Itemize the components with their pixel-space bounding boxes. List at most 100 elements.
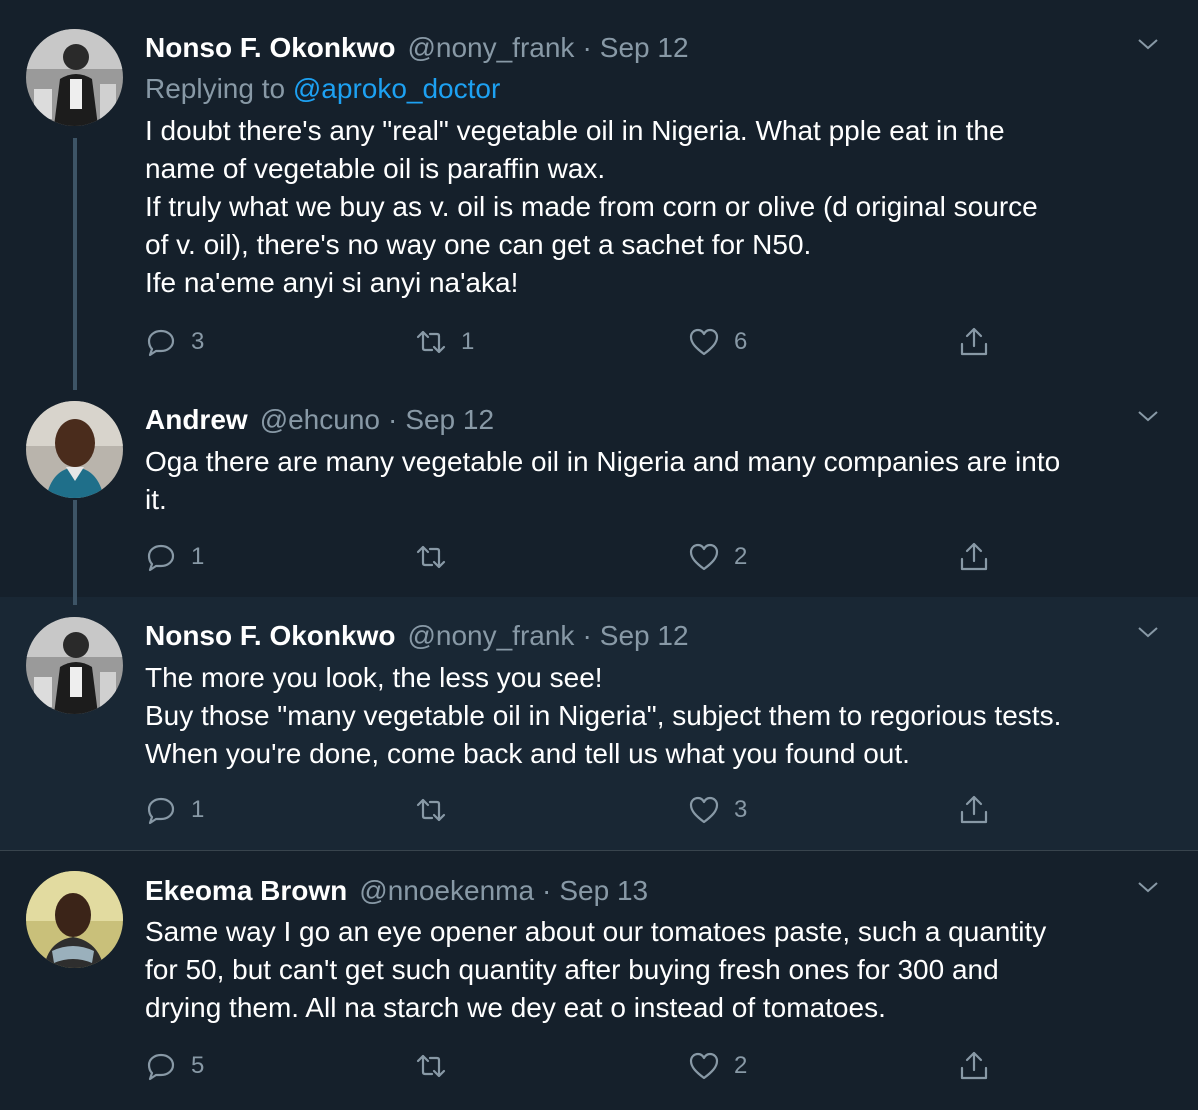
tweet-actions: 3 1 6 [145,322,1005,362]
retweet-button[interactable] [415,1046,461,1086]
reply-icon [147,797,175,825]
tweet-date[interactable]: Sep 12 [405,400,494,440]
reply-button[interactable]: 1 [145,790,204,830]
tweet-text-line: it. [145,484,167,515]
tweet-text-line: Same way I go an eye opener about our to… [145,916,1047,947]
share-button[interactable] [958,322,990,362]
user-handle[interactable]: @nony_frank [407,616,574,656]
reply-icon [147,1053,175,1081]
share-button[interactable] [958,790,990,830]
thread-line [73,138,77,390]
display-name[interactable]: Andrew [145,400,248,440]
more-options-button[interactable] [1136,620,1160,644]
tweet-actions: 1 2 [145,537,1005,577]
tweet-text-line: Buy those "many vegetable oil in Nigeria… [145,700,1062,731]
reply-button[interactable]: 3 [145,322,204,362]
like-button[interactable]: 3 [688,790,747,830]
tweet-actions: 1 3 [145,790,1005,830]
tweet-date[interactable]: Sep 12 [600,28,689,68]
tweet-text-line: of v. oil), there's no way one can get a… [145,229,812,260]
reply-icon [147,329,175,357]
avatar-image [26,401,123,498]
reply-button[interactable]: 5 [145,1046,204,1086]
reply-button[interactable]: 1 [145,537,204,577]
tweet-header: Ekeoma Brown @nnoekenma · Sep 13 [145,871,648,911]
user-handle[interactable]: @ehcuno [260,400,380,440]
tweet-text-line: I doubt there's any "real" vegetable oil… [145,115,1005,146]
display-name[interactable]: Ekeoma Brown [145,871,347,911]
separator-dot: · [542,875,552,906]
tweet-text: Oga there are many vegetable oil in Nige… [145,443,1165,519]
heart-icon [689,543,719,571]
tweet-text-line: Oga there are many vegetable oil in Nige… [145,446,1061,477]
tweet-header: Andrew @ehcuno · Sep 12 [145,400,494,440]
replying-to-mention[interactable]: @aproko_doctor [293,73,500,104]
display-name[interactable]: Nonso F. Okonkwo [145,616,395,656]
reply-count: 3 [191,328,205,355]
separator-dot: · [582,32,592,63]
tweet[interactable]: Andrew @ehcuno · Sep 12 Oga there are ma… [0,390,1198,597]
share-icon [960,542,988,571]
thread-line [73,500,77,597]
reply-count: 1 [191,543,205,570]
retweet-icon [416,545,446,569]
tweet-text: The more you look, the less you see! Buy… [145,659,1165,773]
tweet-text-line: If truly what we buy as v. oil is made f… [145,191,1038,222]
tweet-text: Same way I go an eye opener about our to… [145,913,1165,1027]
more-options-button[interactable] [1136,875,1160,899]
tweet-date[interactable]: Sep 12 [600,616,689,656]
like-count: 2 [734,543,748,570]
share-icon [960,795,988,824]
separator-dot: · [582,620,592,651]
like-button[interactable]: 2 [688,537,747,577]
share-button[interactable] [958,537,990,577]
tweet-header: Nonso F. Okonkwo @nony_frank · Sep 12 [145,28,689,68]
avatar-image [26,617,123,714]
reply-icon [147,544,175,572]
avatar[interactable] [26,871,123,968]
replying-to-label: Replying to [145,73,286,104]
tweet-focused[interactable]: Nonso F. Okonkwo @nony_frank · Sep 12 Th… [0,597,1198,850]
thread-line [73,597,77,605]
heart-icon [689,796,719,824]
share-icon [960,327,988,356]
more-options-button[interactable] [1136,404,1160,428]
tweet-text: I doubt there's any "real" vegetable oil… [145,112,1165,302]
tweet[interactable]: Nonso F. Okonkwo @nony_frank · Sep 12 Re… [0,0,1198,390]
avatar[interactable] [26,617,123,714]
tweet[interactable]: Ekeoma Brown @nnoekenma · Sep 13 Same wa… [0,850,1198,1110]
avatar[interactable] [26,29,123,126]
more-options-button[interactable] [1136,32,1160,56]
share-icon [960,1051,988,1080]
retweet-button[interactable] [415,537,461,577]
tweet-text-line: The more you look, the less you see! [145,662,603,693]
tweet-text-line: name of vegetable oil is paraffin wax. [145,153,606,184]
tweet-actions: 5 2 [145,1046,1005,1086]
retweet-button[interactable] [415,790,461,830]
retweet-button[interactable]: 1 [415,322,474,362]
like-button[interactable]: 2 [688,1046,747,1086]
heart-icon [689,1052,719,1080]
tweet-text-line: for 50, but can't get such quantity afte… [145,954,999,985]
avatar-image [26,871,123,968]
tweet-text-line: drying them. All na starch we dey eat o … [145,992,886,1023]
display-name[interactable]: Nonso F. Okonkwo [145,28,395,68]
like-count: 3 [734,796,748,823]
user-handle[interactable]: @nnoekenma [359,871,534,911]
tweet-header: Nonso F. Okonkwo @nony_frank · Sep 12 [145,616,689,656]
tweet-date[interactable]: Sep 13 [559,871,648,911]
avatar[interactable] [26,401,123,498]
retweet-icon [416,330,446,354]
reply-count: 1 [191,796,205,823]
tweet-text-line: When you're done, come back and tell us … [145,738,910,769]
conversation-timeline: Nonso F. Okonkwo @nony_frank · Sep 12 Re… [0,0,1198,1110]
chevron-down-icon [1138,627,1158,638]
separator-dot: · [387,404,398,435]
tweet-text-line: Ife na'eme anyi si anyi na'aka! [145,267,519,298]
chevron-down-icon [1138,882,1158,893]
user-handle[interactable]: @nony_frank [407,28,574,68]
share-button[interactable] [958,1046,990,1086]
retweet-icon [416,1054,446,1078]
reply-count: 5 [191,1052,205,1079]
like-button[interactable]: 6 [688,322,747,362]
